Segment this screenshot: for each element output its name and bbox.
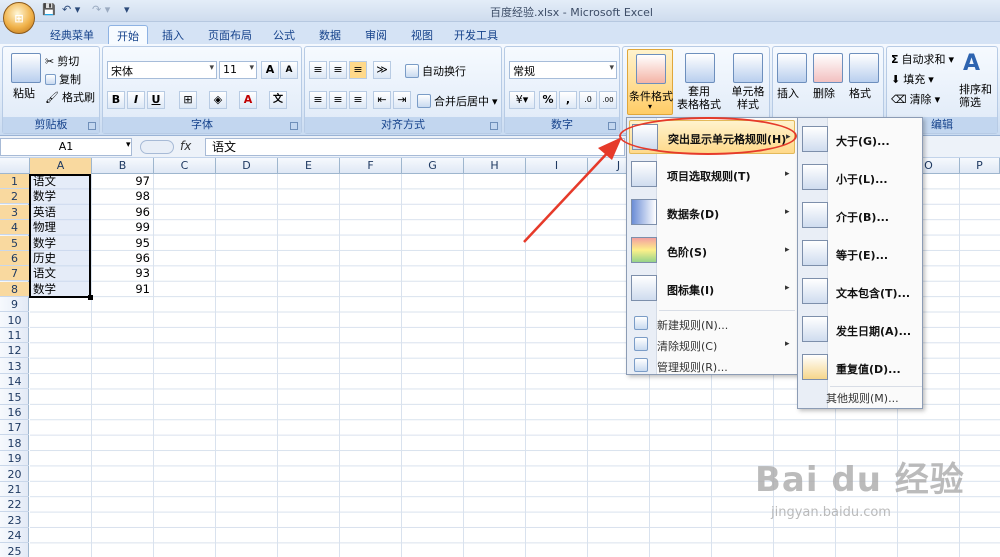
equal-to-icon [802, 240, 828, 266]
submenu-item-duplicate-values[interactable]: 重复值(D)... [798, 348, 922, 386]
submenu-item-label: 重复值(D)... [836, 363, 901, 376]
greater-than-icon [802, 126, 828, 152]
submenu-item-equal-to[interactable]: 等于(E)... [798, 234, 922, 272]
menu-item-top-bottom-rules[interactable]: 项目选取规则(T) ▸ [629, 158, 795, 192]
menu-item-new-rule[interactable]: 新建规则(N)... [629, 314, 795, 334]
less-than-icon [802, 164, 828, 190]
submenu-item-label: 发生日期(A)... [836, 325, 912, 338]
between-icon [802, 202, 828, 228]
chevron-right-icon: ▸ [785, 207, 790, 217]
icon-sets-icon [631, 275, 657, 301]
submenu-item-label: 等于(E)... [836, 249, 889, 262]
top-bottom-icon [631, 161, 657, 187]
baidu-watermark: Bai du 经验 jingyan.baidu.com [755, 452, 995, 542]
menu-item-manage-rules[interactable]: 管理规则(R)... [629, 356, 795, 376]
menu-separator [659, 310, 795, 311]
menu-item-data-bars[interactable]: 数据条(D) ▸ [629, 196, 795, 230]
menu-item-color-scales[interactable]: 色阶(S) ▸ [629, 234, 795, 268]
submenu-item-less-than[interactable]: 小于(L)... [798, 158, 922, 196]
menu-separator [830, 386, 922, 387]
menu-item-label: 数据条(D) [667, 208, 720, 221]
menu-item-label: 色阶(S) [667, 246, 707, 259]
menu-item-icon-sets[interactable]: 图标集(I) ▸ [629, 272, 795, 306]
submenu-item-label: 文本包含(T)... [836, 287, 911, 300]
menu-item-label: 图标集(I) [667, 284, 715, 297]
date-occurring-icon [802, 316, 828, 342]
menu-item-label: 管理规则(R)... [657, 361, 728, 374]
chevron-right-icon: ▸ [785, 169, 790, 179]
new-rule-icon [634, 316, 648, 330]
submenu-item-more-rules[interactable]: 其他规则(M)... [826, 390, 899, 406]
office-button[interactable]: ⊞ [3, 2, 35, 34]
submenu-item-between[interactable]: 介于(B)... [798, 196, 922, 234]
chevron-right-icon: ▸ [785, 283, 790, 293]
submenu-item-text-contains[interactable]: 文本包含(T)... [798, 272, 922, 310]
submenu-item-label: 小于(L)... [836, 173, 888, 186]
submenu-item-greater-than[interactable]: 大于(G)... [798, 120, 922, 158]
chevron-right-icon: ▸ [785, 245, 790, 255]
text-contains-icon [802, 278, 828, 304]
watermark-brand: Bai du 经验 [755, 460, 965, 500]
manage-rules-icon [634, 358, 648, 372]
menu-item-label: 项目选取规则(T) [667, 170, 751, 183]
highlight-cells-submenu: 大于(G)... 小于(L)... 介于(B)... 等于(E)... 文本包含… [797, 117, 923, 409]
menu-item-label: 新建规则(N)... [657, 319, 729, 332]
chevron-right-icon: ▸ [785, 339, 790, 349]
submenu-item-label: 介于(B)... [836, 211, 889, 224]
conditional-format-menu: 突出显示单元格规则(H) ▸ 项目选取规则(T) ▸ 数据条(D) ▸ 色阶(S… [626, 117, 798, 375]
clear-rules-icon [634, 337, 648, 351]
data-bars-icon [631, 199, 657, 225]
excel-window: 💾 ↶ ▾ ↷ ▾ ▾ 百度经验.xlsx - Microsoft Excel … [0, 0, 1000, 557]
annotation-circle [619, 117, 797, 155]
submenu-item-label: 大于(G)... [836, 135, 890, 148]
duplicate-values-icon [802, 354, 828, 380]
watermark-url: jingyan.baidu.com [771, 505, 891, 520]
color-scales-icon [631, 237, 657, 263]
menu-item-clear-rules[interactable]: 清除规则(C) ▸ [629, 335, 795, 355]
menu-item-label: 清除规则(C) [657, 340, 718, 353]
submenu-item-date-occurring[interactable]: 发生日期(A)... [798, 310, 922, 348]
